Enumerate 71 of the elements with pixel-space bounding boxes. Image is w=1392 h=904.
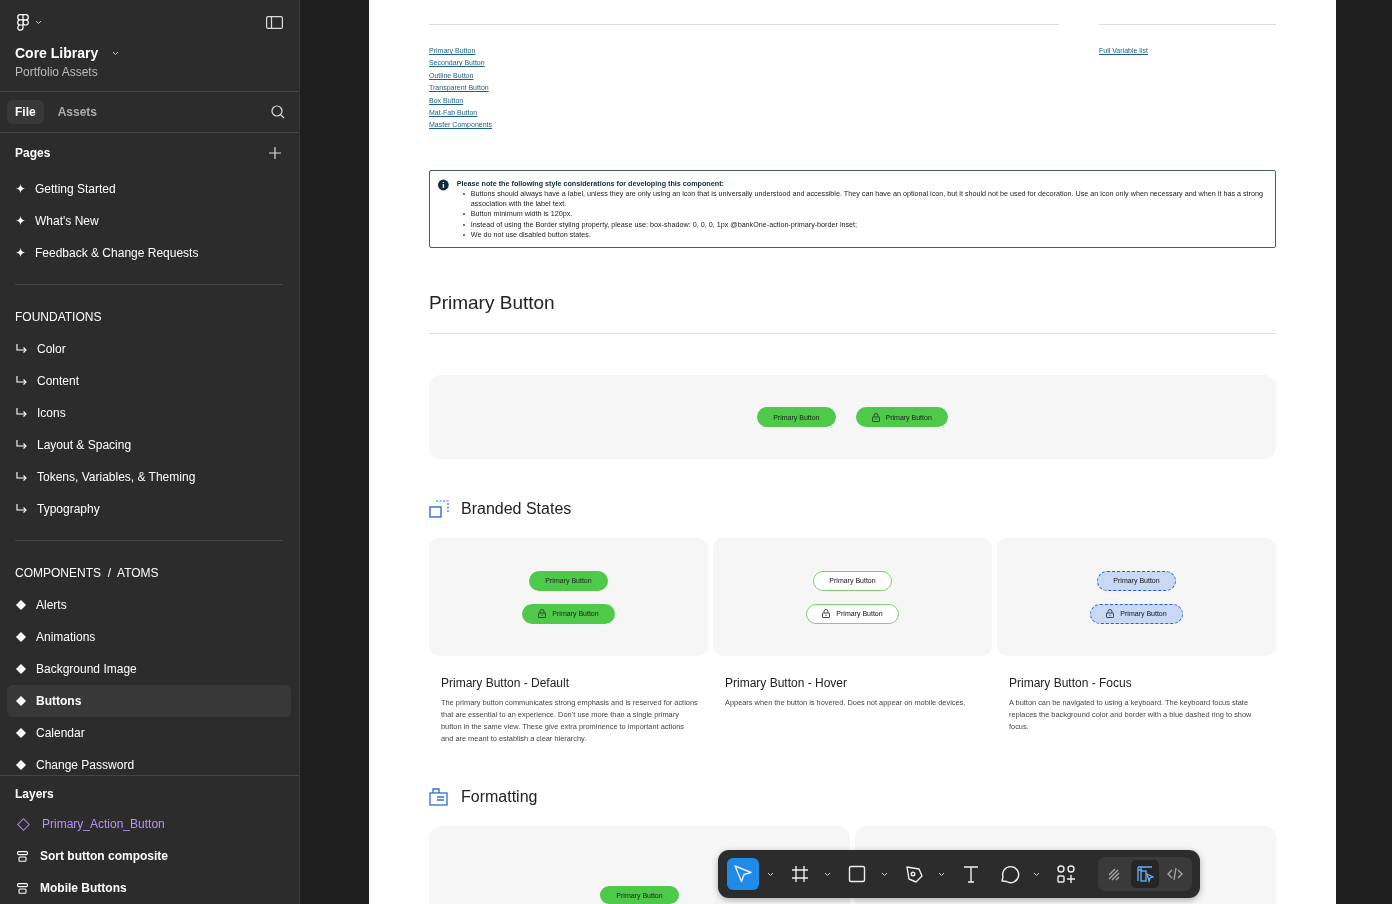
page-item[interactable]: Change Password bbox=[15, 748, 283, 775]
subsection-title: Formatting bbox=[461, 788, 538, 807]
layer-item[interactable]: Primary_Action_Button bbox=[15, 808, 284, 840]
layer-item[interactable]: Sort button composite bbox=[15, 840, 284, 872]
diamond-icon bbox=[16, 695, 26, 706]
ruler-cursor-icon bbox=[1136, 865, 1154, 883]
state-title: Primary Button - Hover bbox=[725, 676, 849, 691]
sparkle-icon bbox=[16, 248, 25, 258]
page-item[interactable]: Getting Started bbox=[15, 172, 283, 205]
add-icon[interactable] bbox=[269, 146, 281, 159]
sparkle-icon bbox=[16, 216, 25, 226]
project-name[interactable]: Portfolio Assets bbox=[15, 65, 284, 79]
sidebar-toggle-icon[interactable] bbox=[266, 16, 283, 29]
chevron-icon[interactable] bbox=[112, 50, 120, 56]
page-item[interactable]: Buttons bbox=[7, 684, 291, 717]
return-arrow-icon bbox=[16, 344, 27, 354]
pages-heading: Pages bbox=[15, 145, 51, 160]
return-arrow-icon bbox=[16, 408, 27, 418]
page-item[interactable]: Typography bbox=[15, 492, 283, 525]
state-title: Primary Button - Default bbox=[441, 676, 571, 691]
page-item[interactable]: Feedback & Change Requests bbox=[15, 236, 283, 269]
diamond-icon bbox=[16, 759, 26, 770]
diamond-icon bbox=[16, 631, 26, 642]
layout-icon bbox=[17, 850, 28, 862]
caret-icon bbox=[1033, 871, 1040, 877]
section-heading: COMPONENTS / ATOMS bbox=[15, 564, 160, 582]
file-title[interactable]: Core Library bbox=[15, 45, 99, 61]
layers-heading: Layers bbox=[15, 786, 55, 803]
page-item[interactable]: Tokens, Variables, & Theming bbox=[15, 460, 283, 493]
section-heading: FOUNDATIONS bbox=[15, 308, 103, 326]
return-arrow-icon bbox=[16, 376, 27, 386]
chevron-icon[interactable] bbox=[35, 20, 42, 25]
return-arrow-icon bbox=[16, 440, 27, 450]
caret-icon bbox=[767, 871, 774, 877]
info-icon bbox=[438, 178, 449, 191]
component-icon bbox=[17, 817, 30, 831]
layer-item[interactable]: Mobile Buttons bbox=[15, 872, 284, 904]
panel-tab[interactable]: Assets bbox=[49, 99, 106, 124]
sparkle-icon bbox=[16, 184, 25, 194]
page-item[interactable]: Icons bbox=[15, 396, 283, 429]
page-item[interactable]: What's New bbox=[15, 204, 283, 237]
subsection-title: Branded States bbox=[461, 500, 572, 519]
return-arrow-icon bbox=[16, 504, 27, 514]
page-item[interactable]: Background Image bbox=[15, 652, 283, 685]
logo-icon[interactable] bbox=[17, 14, 29, 31]
lock-icon bbox=[1106, 609, 1115, 619]
state-title: Primary Button - Focus bbox=[1009, 676, 1133, 691]
search-icon[interactable] bbox=[271, 104, 285, 119]
diamond-icon bbox=[16, 663, 26, 674]
caret-icon bbox=[881, 871, 888, 877]
diamond-icon bbox=[16, 599, 26, 610]
page-item[interactable]: Color bbox=[15, 332, 283, 365]
page-item[interactable]: Layout & Spacing bbox=[15, 428, 283, 461]
caret-icon bbox=[824, 871, 831, 877]
formatting-icon bbox=[429, 788, 449, 807]
caret-icon bbox=[938, 871, 945, 877]
page-item[interactable]: Animations bbox=[15, 620, 283, 653]
lock-icon bbox=[538, 609, 547, 619]
return-arrow-icon bbox=[16, 472, 27, 482]
lock-icon bbox=[871, 412, 880, 422]
states-icon bbox=[429, 500, 449, 519]
design-mode-button[interactable] bbox=[1131, 860, 1159, 888]
page-item[interactable]: Calendar bbox=[15, 716, 283, 749]
code-icon bbox=[1166, 865, 1184, 883]
section-title: Primary Button bbox=[429, 292, 556, 315]
diamond-icon bbox=[16, 727, 26, 738]
lock-icon bbox=[822, 609, 831, 619]
page-item[interactable]: Alerts bbox=[15, 588, 283, 621]
layout-icon bbox=[17, 882, 28, 894]
panel-tab[interactable]: File bbox=[7, 99, 44, 124]
page-item[interactable]: Content bbox=[15, 364, 283, 397]
